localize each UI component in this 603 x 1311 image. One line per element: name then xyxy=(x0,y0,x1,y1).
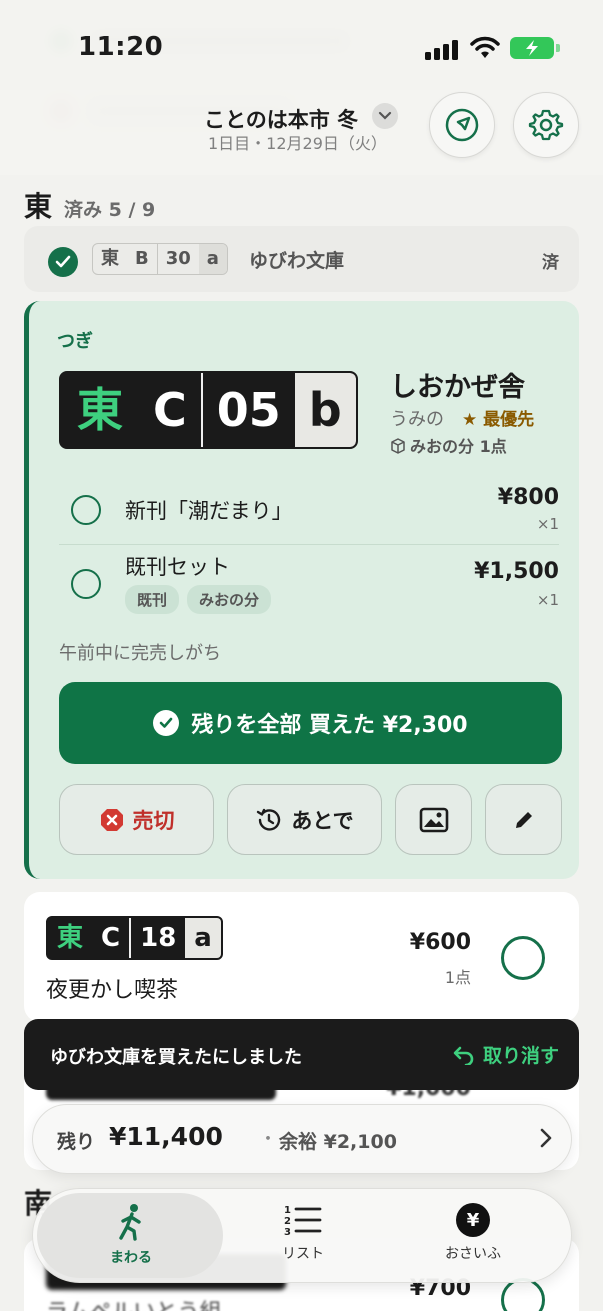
undo-label: 取り消す xyxy=(482,1045,559,1067)
tag-number: 05 xyxy=(200,373,295,447)
tag-sub: a xyxy=(185,918,221,958)
soldout-label: 売切 xyxy=(132,808,175,833)
item-name: 既刊セット xyxy=(125,555,230,579)
remain-label: 残り xyxy=(57,1131,96,1153)
close-circle-icon xyxy=(100,808,123,831)
yen-icon: ¥ xyxy=(456,1203,490,1237)
walking-person-icon xyxy=(119,1204,141,1241)
chevron-down-icon[interactable] xyxy=(372,103,398,129)
buy-all-button[interactable]: 残りを全部 買えた ¥2,300 xyxy=(59,682,562,764)
svg-text:3: 3 xyxy=(284,1227,291,1237)
item-checkbox[interactable] xyxy=(71,569,101,599)
tag-sub: b xyxy=(294,373,356,447)
margin-value: 余裕 ¥2,100 xyxy=(279,1131,397,1153)
item-price: ¥1,500 xyxy=(474,559,559,584)
tab-bar: まわる 1 2 3 リスト ¥ おさいふ xyxy=(32,1188,572,1283)
item-tags: 既刊 みおの分 xyxy=(125,585,272,614)
circle-name: ゆびわ文庫 xyxy=(249,250,345,272)
photo-button[interactable] xyxy=(395,784,472,855)
circle-name: 夜更かし喫茶 xyxy=(46,978,179,1003)
tag-number: 18 xyxy=(129,918,185,958)
event-date: 1日目・12月29日（火） xyxy=(208,134,387,153)
space-tag-large: 東 C 05 b xyxy=(59,371,358,449)
remain-value: ¥11,400 xyxy=(109,1122,223,1151)
section-title: 東 xyxy=(24,190,53,223)
space-tag: 東 C 18 a xyxy=(46,916,223,960)
wifi-icon xyxy=(470,36,500,58)
share-text: みおの分 1点 xyxy=(410,437,507,456)
checkmark-icon[interactable] xyxy=(48,247,78,277)
toast: ゆびわ文庫を買えたにしました 取り消す xyxy=(24,1019,579,1090)
later-button[interactable]: あとで xyxy=(227,784,382,855)
tag-block: B xyxy=(135,248,149,269)
tag-block: C xyxy=(101,923,121,953)
done-circle-row[interactable]: 東 B 30 a ゆびわ文庫 済 xyxy=(24,226,579,292)
settings-button[interactable] xyxy=(513,92,579,158)
tab-label: リスト xyxy=(282,1246,324,1262)
item-name: 新刊「潮だまり」 xyxy=(125,499,293,523)
tag-block: C xyxy=(153,383,187,437)
tag-hall: 東 xyxy=(57,923,84,953)
list-item[interactable]: 新刊「潮だまり」 ¥800 ×1 xyxy=(59,473,559,545)
space-tag: 東 B 30 a xyxy=(92,243,228,275)
next-circle-card: つぎ 東 C 05 b しおかぜ舎 うみの ★ 最優先 みおの分 1点 新刊「潮… xyxy=(24,301,579,879)
budget-summary[interactable]: 残り ¥11,400 ・ 余裕 ¥2,100 xyxy=(32,1104,572,1174)
circle-name: ラムペルいとう組 xyxy=(46,1294,221,1311)
toast-message: ゆびわ文庫を買えたにしました xyxy=(50,1047,302,1068)
item-qty: ×1 xyxy=(536,591,559,609)
battery-icon xyxy=(510,37,554,59)
circle-count: 1点 xyxy=(444,968,471,987)
section-progress: 済み 5 / 9 xyxy=(64,199,156,221)
done-label: 済 xyxy=(542,253,559,273)
tab-wallet[interactable]: ¥ おさいふ xyxy=(393,1203,553,1263)
tab-label: おさいふ xyxy=(445,1246,501,1262)
top-bar: ことのは本市 冬 1日目・12月29日（火） xyxy=(0,90,603,175)
item-price: ¥800 xyxy=(497,485,559,510)
item-checkbox[interactable] xyxy=(71,495,101,525)
tab-walk[interactable]: まわる xyxy=(51,1203,211,1267)
circle-name: しおかぜ舎 xyxy=(390,372,525,403)
separator-dot: ・ xyxy=(259,1129,277,1150)
undo-icon xyxy=(453,1046,474,1065)
tag-number: 30 xyxy=(156,244,199,274)
circle-author: うみの xyxy=(390,409,444,430)
status-bar: 11:20 xyxy=(0,0,603,90)
item-tag: 既刊 xyxy=(125,585,180,614)
gear-icon xyxy=(528,109,564,141)
pencil-icon xyxy=(515,811,532,828)
list-item[interactable]: 既刊セット 既刊 みおの分 ¥1,500 ×1 xyxy=(59,547,559,627)
clock: 11:20 xyxy=(78,32,164,62)
later-label: あとで xyxy=(291,808,354,833)
priority-badge: ★ 最優先 xyxy=(462,410,535,430)
svg-text:1: 1 xyxy=(284,1205,291,1216)
tag-sub: a xyxy=(198,244,227,274)
edit-button[interactable] xyxy=(485,784,562,855)
soldout-button[interactable]: 売切 xyxy=(59,784,214,855)
undo-button[interactable]: 取り消す xyxy=(453,1041,559,1068)
checkmark-icon xyxy=(153,710,180,736)
tag-hall: 東 xyxy=(101,248,119,269)
numbered-list-icon: 1 2 3 xyxy=(284,1205,322,1237)
circle-checkbox[interactable] xyxy=(501,936,545,980)
section-header-east: 東 済み 5 / 9 xyxy=(24,185,155,225)
next-label: つぎ xyxy=(57,331,93,352)
share-line: みおの分 1点 xyxy=(390,433,507,457)
tab-label: まわる xyxy=(110,1250,152,1266)
tab-list[interactable]: 1 2 3 リスト xyxy=(223,1203,383,1263)
navigation-button[interactable] xyxy=(429,92,495,158)
circle-price: ¥600 xyxy=(409,930,471,955)
navigation-arrow-icon xyxy=(445,108,479,142)
chevron-right-icon xyxy=(540,1128,552,1148)
tag-hall: 東 xyxy=(77,383,123,437)
box-icon xyxy=(391,438,405,454)
item-qty: ×1 xyxy=(536,515,559,533)
history-icon xyxy=(257,808,281,831)
buy-all-label: 残りを全部 買えた ¥2,300 xyxy=(191,713,468,738)
circle-note: 午前中に完売しがち xyxy=(59,643,221,664)
signal-icon xyxy=(425,40,458,60)
item-tag: みおの分 xyxy=(187,585,272,614)
svg-text:2: 2 xyxy=(284,1216,291,1227)
circle-card[interactable]: 東 C 18 a 夜更かし喫茶 ¥600 1点 xyxy=(24,892,579,1022)
image-icon xyxy=(419,807,448,832)
